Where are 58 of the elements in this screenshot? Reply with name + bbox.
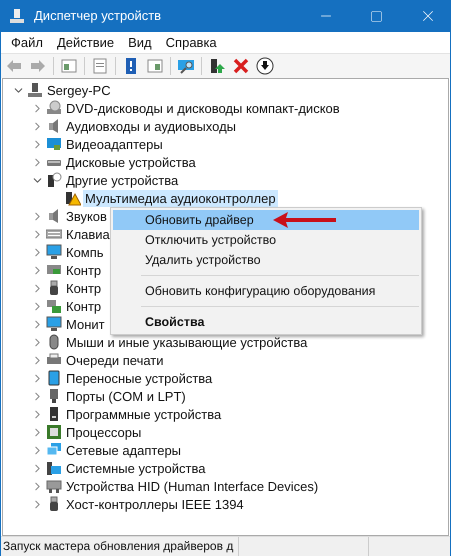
tree-item[interactable]: Контр xyxy=(64,280,104,296)
disc-drive-icon xyxy=(46,100,62,116)
tree-item[interactable]: Видеоадаптеры xyxy=(64,136,165,152)
monitor-icon xyxy=(46,316,62,332)
menu-item[interactable]: Файл xyxy=(4,32,50,52)
tree-item[interactable]: Переносные устройства xyxy=(64,370,214,386)
system-device-icon xyxy=(46,460,62,476)
tree-item[interactable]: Сетевые адаптеры xyxy=(64,442,184,458)
computer-icon xyxy=(9,8,25,24)
tablet-icon xyxy=(46,370,62,386)
tree-item[interactable]: Устройства HID (Human Interface Devices) xyxy=(64,478,320,494)
menu-item[interactable]: Свойства xyxy=(113,312,419,332)
menu-item[interactable]: Обновить конфигурацию оборудования xyxy=(113,281,419,301)
tree-item[interactable]: Порты (COM и LPT) xyxy=(64,388,188,404)
unknown-device-icon xyxy=(46,172,62,188)
input-device-icon xyxy=(46,478,62,494)
menu-item[interactable]: Отключить устройство xyxy=(113,230,419,250)
chip-icon xyxy=(46,424,62,440)
menu-item[interactable]: Удалить устройство xyxy=(113,250,419,270)
scan-monitor-icon[interactable] xyxy=(177,57,195,75)
menu-item[interactable]: Действие xyxy=(50,32,122,52)
bus-controller-icon xyxy=(46,298,62,314)
tree-item[interactable]: Мультимедиа аудиоконтроллер xyxy=(83,190,278,206)
tree-item[interactable]: Клавиа xyxy=(64,226,112,242)
maximize-icon[interactable] xyxy=(370,10,383,22)
tree-item[interactable]: Монит xyxy=(64,316,107,332)
forward-arrow-icon[interactable] xyxy=(29,57,47,75)
menu-item[interactable]: Справка xyxy=(158,32,224,52)
display-adapter-icon xyxy=(46,136,62,152)
tree-item[interactable]: Звуков xyxy=(64,208,109,224)
tree-item[interactable]: DVD-дисководы и дисководы компакт-дисков xyxy=(64,100,342,116)
tree-item[interactable]: Контр xyxy=(64,298,104,314)
tree-item[interactable]: Другие устройства xyxy=(64,172,180,188)
tree-item[interactable]: Контр xyxy=(64,262,104,278)
properties-icon[interactable] xyxy=(91,57,109,75)
tree-item[interactable]: Компь xyxy=(64,244,106,260)
status-text: Запуск мастера обновления драйверов д xyxy=(1,537,239,556)
computer-icon xyxy=(27,82,43,98)
tree-item[interactable]: Системные устройства xyxy=(64,460,208,476)
menu-item[interactable]: Обновить драйвер xyxy=(113,210,419,230)
update-driver-icon[interactable] xyxy=(208,57,226,75)
pointer-arrow-icon xyxy=(272,211,338,229)
action-pane-icon[interactable] xyxy=(146,57,164,75)
tree-item[interactable]: Дисковые устройства xyxy=(64,154,198,170)
download-icon[interactable] xyxy=(256,57,274,75)
window-title: Диспетчер устройств xyxy=(34,7,162,26)
monitor-icon xyxy=(46,244,62,260)
console-tree-icon[interactable] xyxy=(60,57,78,75)
remove-x-icon[interactable] xyxy=(232,57,250,75)
tree-item[interactable]: Хост-контроллеры IEEE 1394 xyxy=(64,496,246,512)
tree-item[interactable]: Программные устройства xyxy=(64,406,224,422)
tree-item[interactable]: Мыши и иные указывающие устройства xyxy=(64,334,310,350)
tree-item[interactable]: Очереди печати xyxy=(64,352,166,368)
tree-item[interactable]: Процессоры xyxy=(64,424,144,440)
warning-device-icon xyxy=(65,190,81,206)
tree-item[interactable]: Sergey-PC xyxy=(45,82,113,98)
tree-item[interactable]: Аудиовходы и аудиовыходы xyxy=(64,118,238,134)
menu-item[interactable]: Вид xyxy=(121,32,159,52)
